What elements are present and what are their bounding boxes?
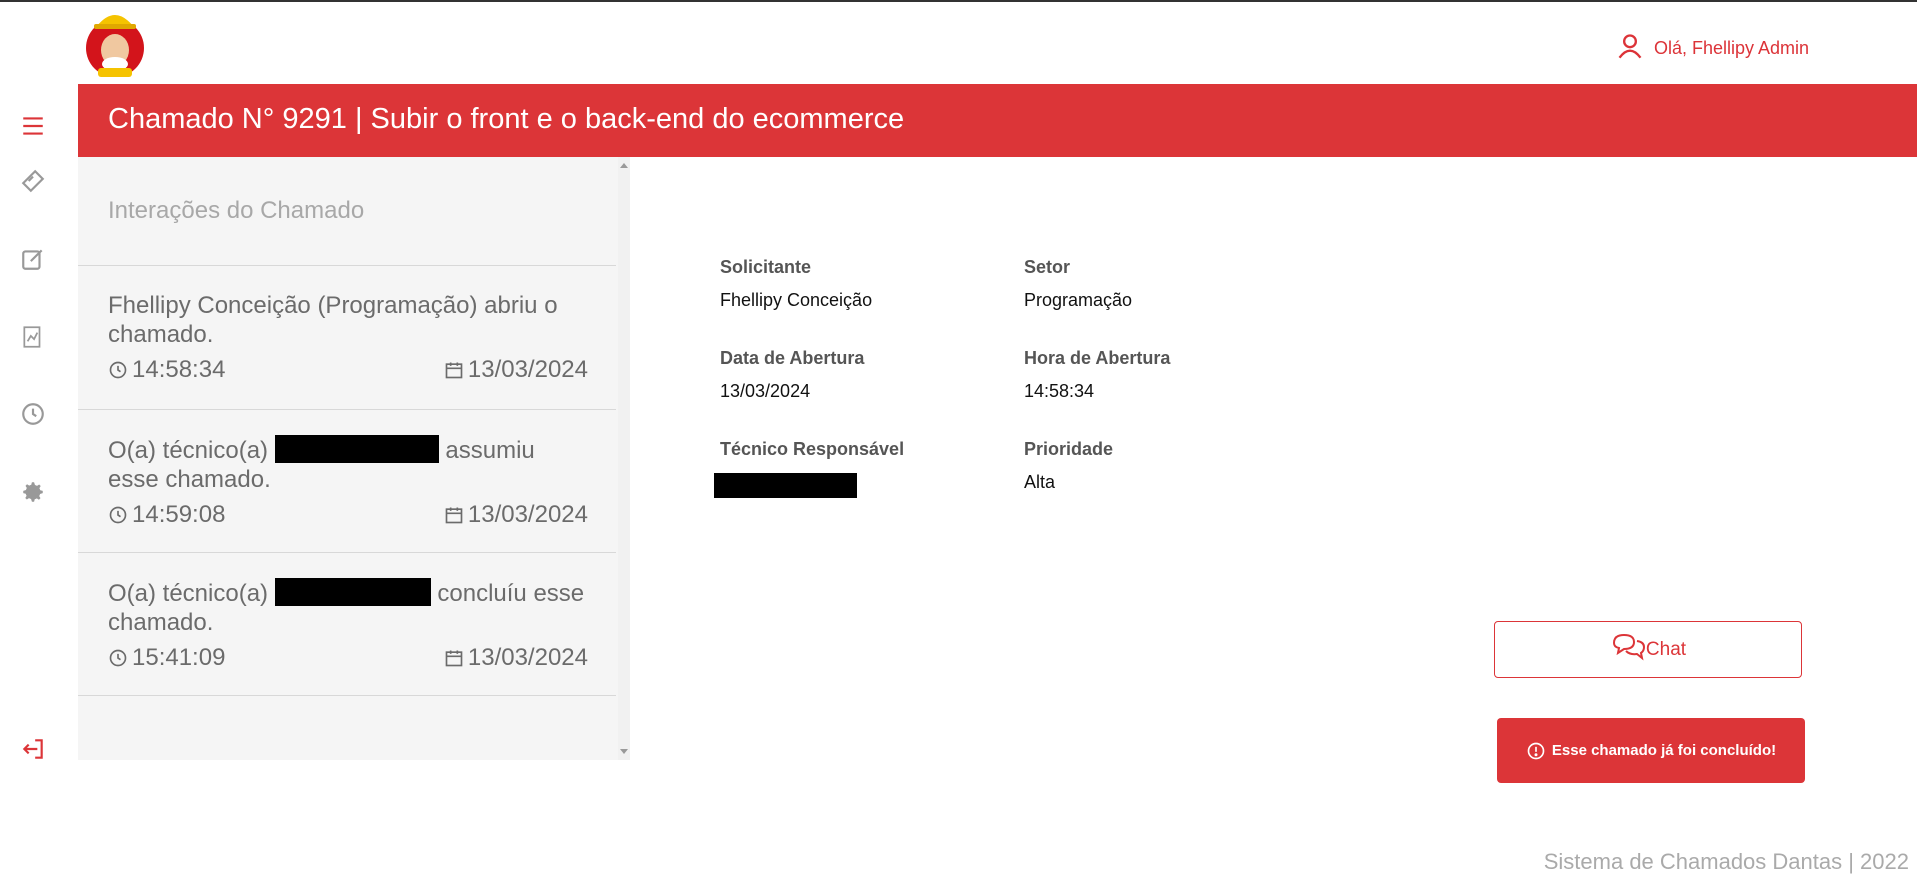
alert-icon [1527,742,1545,759]
scrollbar[interactable] [618,157,630,760]
interaction-item: O(a) técnico(a) assumiu esse chamado. 14… [108,435,588,529]
status-alert: Esse chamado já foi concluído! [1497,718,1805,783]
interaction-time: 15:41:09 [132,644,226,671]
calendar-icon [445,507,463,523]
user-greeting: Olá, Fhellipy Admin [1654,38,1810,58]
clock-icon [109,361,127,378]
setor-label: Setor [1024,257,1071,277]
history-icon[interactable] [18,399,48,429]
ticket-icon[interactable] [18,166,48,196]
data-abertura-label: Data de Abertura [720,348,865,368]
gear-icon[interactable] [18,477,48,507]
user-icon [1616,32,1644,65]
interaction-prefix: O(a) técnico(a) [108,580,269,607]
scroll-down-arrow[interactable] [620,749,628,754]
interaction-prefix: O(a) técnico(a) [108,437,269,464]
divider [78,695,616,696]
hora-abertura-value: 14:58:34 [1024,381,1095,401]
menu-icon[interactable] [18,111,48,141]
prioridade-label: Prioridade [1024,439,1114,459]
chat-label: Chat [1645,638,1687,660]
setor-value: Programação [1024,290,1133,310]
alert-text: Esse chamado já foi concluído! [1551,742,1777,759]
calendar-icon [445,650,463,666]
tecnico-redacted [714,473,857,498]
interaction-text: Fhellipy Conceição (Programação) abriu o… [108,292,558,348]
hora-abertura-label: Hora de Abertura [1024,348,1171,368]
redacted-name [274,435,439,463]
interaction-item: Fhellipy Conceição (Programação) abriu o… [108,291,588,384]
interactions-title: Interações do Chamado [108,197,365,224]
interaction-date: 13/03/2024 [467,356,588,383]
clock-icon [109,649,127,666]
calendar-icon [445,362,463,378]
report-icon[interactable] [18,322,48,352]
interaction-item: O(a) técnico(a) concluíu esse chamado. 1… [108,578,588,672]
tecnico-label: Técnico Responsável [720,439,905,459]
interactions-panel: Interações do Chamado Fhellipy Conceição… [78,157,630,760]
interaction-date: 13/03/2024 [467,501,588,528]
solicitante-value: Fhellipy Conceição [720,290,873,310]
app-logo [84,6,146,78]
redacted-name [274,578,431,606]
scroll-up-arrow[interactable] [620,163,628,168]
chat-button[interactable]: Chat [1494,621,1802,678]
interaction-time: 14:58:34 [132,356,226,383]
logout-icon[interactable] [18,734,48,764]
user-menu[interactable]: Olá, Fhellipy Admin [1616,32,1809,65]
chat-icon [1612,633,1645,660]
page-title: Chamado N° 9291 | Subir o front e o back… [108,103,905,135]
divider [78,552,616,553]
page-header: Chamado N° 9291 | Subir o front e o back… [78,84,1917,157]
footer-text: Sistema de Chamados Dantas | 2022 [1543,849,1909,874]
interaction-time: 14:59:08 [132,501,226,528]
sidebar [0,84,78,881]
clock-icon [109,506,127,523]
prioridade-value: Alta [1024,472,1056,492]
divider [78,265,616,266]
data-abertura-value: 13/03/2024 [720,381,811,401]
interaction-date: 13/03/2024 [467,644,588,671]
solicitante-label: Solicitante [720,257,812,277]
edit-icon[interactable] [18,244,48,274]
divider [78,409,616,410]
